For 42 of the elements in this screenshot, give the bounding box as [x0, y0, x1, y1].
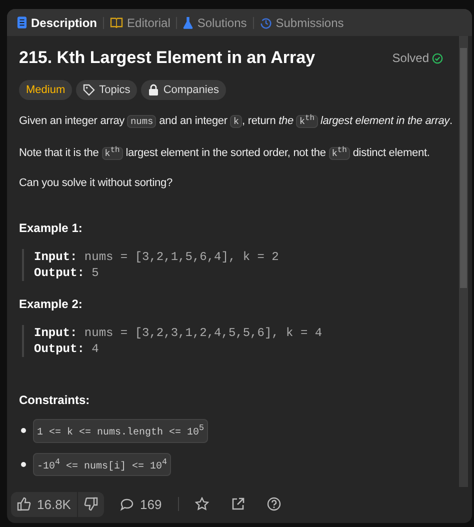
description-paragraph: Given an integer array nums and an integer k , return the k$^{th}$ largest element in the array.	[19, 113, 449, 130]
lock-icon	[148, 84, 160, 96]
output-value: 4	[92, 342, 99, 356]
tab[interactable]: Editorial	[110, 16, 170, 30]
bullet-icon	[21, 462, 26, 467]
history-icon	[260, 16, 272, 28]
tag[interactable]: Companies	[141, 80, 226, 100]
constraints-title: Constraints:	[19, 393, 91, 408]
description-paragraph: Can you solve it without sorting?	[19, 176, 174, 192]
scrollbar[interactable]	[459, 36, 468, 487]
input-label: Input:	[34, 326, 78, 340]
share-icon	[230, 497, 245, 511]
book-icon	[110, 17, 124, 28]
thumbs-down-icon	[84, 497, 98, 511]
flask-icon	[183, 16, 194, 29]
tab[interactable]: Solutions	[183, 16, 247, 30]
tag[interactable]: Medium	[19, 80, 72, 100]
problem-title: 215. Kth Largest Element in an Array	[19, 48, 316, 68]
input-label: Input:	[34, 250, 78, 264]
input-value: nums = [3,2,1,5,6,4], k = 2	[84, 250, 279, 264]
tag[interactable]: Topics	[76, 80, 138, 100]
bullet-icon	[21, 428, 26, 434]
comments-button[interactable]: 169	[114, 492, 168, 516]
tab[interactable]: Submissions	[260, 16, 344, 30]
help-icon	[266, 497, 281, 511]
output-label: Output:	[34, 266, 84, 280]
tag-icon	[83, 84, 96, 96]
example-title: Example 1:	[19, 221, 84, 236]
output-label: Output:	[34, 342, 84, 356]
constraint-code: -10$^{4}$ <= nums[i] <= 10$^{4}$	[33, 452, 172, 476]
thumbs-up-icon	[17, 497, 31, 511]
example-title: Example 2:	[19, 297, 84, 312]
description-paragraph: Note that it is the k$^{th}$ largest element in the sorted order, not the k$^{th}$ distinct element.	[19, 145, 431, 162]
star-icon	[194, 497, 209, 511]
document-icon	[17, 16, 27, 29]
constraint-code: 1 <= k <= nums.length <= 10$^{5}$	[33, 419, 208, 443]
tab[interactable]: Description	[17, 16, 98, 30]
check-circle-icon	[432, 52, 443, 64]
comment-icon	[120, 498, 134, 510]
output-value: 5	[92, 266, 99, 280]
input-value: nums = [3,2,3,1,2,4,5,5,6], k = 4	[84, 326, 322, 340]
solved-status: Solved	[392, 51, 429, 65]
